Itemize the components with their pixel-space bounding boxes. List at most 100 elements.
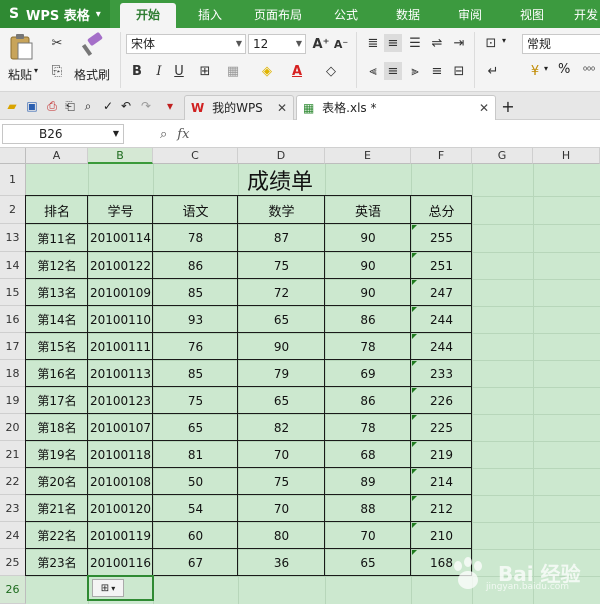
font-name-select[interactable]: 宋体 ▼ (126, 34, 246, 54)
table-cell[interactable]: 54 (153, 495, 238, 522)
table-cell[interactable]: 65 (238, 387, 325, 414)
insert-function-button[interactable]: fx (177, 127, 189, 142)
select-all-corner[interactable] (0, 148, 26, 164)
chevron-down-icon[interactable]: ▾ (502, 36, 506, 45)
table-cell[interactable]: 78 (325, 414, 411, 441)
table-cell[interactable]: 20100116 (88, 549, 153, 576)
table-cell[interactable]: 68 (325, 441, 411, 468)
table-cell[interactable]: 36 (238, 549, 325, 576)
table-cell[interactable]: 20100110 (88, 306, 153, 333)
table-cell[interactable]: 65 (325, 549, 411, 576)
table-cell[interactable]: 244 (411, 306, 472, 333)
table-cell[interactable]: 72 (238, 279, 325, 306)
table-cell[interactable]: 247 (411, 279, 472, 306)
table-cell[interactable]: 第14名 (26, 306, 88, 333)
chevron-down-icon[interactable]: ▾ (544, 64, 548, 73)
row-header-26[interactable]: 26 (0, 576, 26, 604)
row-header-19[interactable]: 19 (0, 387, 26, 414)
align-right-icon[interactable]: ⫸ (406, 62, 424, 80)
wrap-text-icon[interactable]: ⇌ (428, 34, 446, 52)
table-cell[interactable]: 50 (153, 468, 238, 495)
row-header-21[interactable]: 21 (0, 441, 26, 468)
row-header-20[interactable]: 20 (0, 414, 26, 441)
table-cell[interactable]: 255 (411, 224, 472, 252)
table-cell[interactable]: 第20名 (26, 468, 88, 495)
increase-font-icon[interactable]: A⁺ (312, 35, 330, 53)
table-cell[interactable]: 78 (153, 224, 238, 252)
header-cell[interactable]: 数学 (238, 196, 325, 224)
table-cell[interactable]: 第19名 (26, 441, 88, 468)
row-header-13[interactable]: 13 (0, 224, 26, 252)
header-cell[interactable]: 排名 (26, 196, 88, 224)
tab-review[interactable]: 审阅 (446, 0, 494, 28)
column-header-e[interactable]: E (325, 148, 411, 164)
table-cell[interactable]: 85 (153, 360, 238, 387)
row-header-23[interactable]: 23 (0, 495, 26, 522)
table-cell[interactable]: 20100114 (88, 224, 153, 252)
table-cell[interactable]: 70 (238, 441, 325, 468)
tab-formulas[interactable]: 公式 (322, 0, 370, 28)
row-header-22[interactable]: 22 (0, 468, 26, 495)
row-header-24[interactable]: 24 (0, 522, 26, 549)
print-preview-icon[interactable]: ⌕ (80, 98, 96, 114)
row-header-2[interactable]: 2 (0, 196, 26, 224)
tab-developer[interactable]: 开发 (566, 0, 600, 28)
align-bottom-icon[interactable]: ☰ (406, 34, 424, 52)
number-format-select[interactable]: 常规 (522, 34, 600, 54)
spellcheck-icon[interactable]: ✓ (100, 98, 116, 114)
table-cell[interactable]: 214 (411, 468, 472, 495)
table-cell[interactable]: 75 (153, 387, 238, 414)
align-center-icon[interactable]: ≡ (384, 62, 402, 80)
align-middle-icon[interactable]: ≡ (384, 34, 402, 52)
row-header-15[interactable]: 15 (0, 279, 26, 306)
table-cell[interactable]: 82 (238, 414, 325, 441)
redo-icon[interactable]: ↷ (138, 98, 154, 114)
paste-chevron-icon[interactable]: ▾ (34, 66, 38, 75)
close-icon[interactable]: ✕ (479, 96, 489, 120)
table-cell[interactable]: 20100123 (88, 387, 153, 414)
table-cell[interactable]: 90 (325, 224, 411, 252)
table-cell[interactable]: 226 (411, 387, 472, 414)
column-header-b[interactable]: B (88, 148, 153, 164)
table-cell[interactable]: 第13名 (26, 279, 88, 306)
column-header-d[interactable]: D (238, 148, 325, 164)
tab-home[interactable]: 开始 (120, 3, 176, 28)
borders-icon[interactable]: ⊞ (196, 62, 214, 80)
sheet-title[interactable]: 成绩单 (88, 164, 472, 196)
table-cell[interactable]: 80 (238, 522, 325, 549)
table-cell[interactable]: 20100109 (88, 279, 153, 306)
table-cell[interactable]: 第16名 (26, 360, 88, 387)
formula-input[interactable] (222, 124, 598, 144)
column-header-f[interactable]: F (411, 148, 472, 164)
open-folder-icon[interactable]: ▰ (4, 98, 20, 114)
table-cell[interactable]: 86 (153, 252, 238, 279)
align-left-icon[interactable]: ⫷ (364, 62, 382, 80)
row-header-1[interactable]: 1 (0, 164, 26, 196)
cut-icon[interactable]: ✂ (48, 34, 66, 52)
column-header-c[interactable]: C (153, 148, 238, 164)
table-cell[interactable]: 244 (411, 333, 472, 360)
row-header-17[interactable]: 17 (0, 333, 26, 360)
paste-button[interactable]: 粘贴 ▾ (8, 32, 42, 90)
print-icon[interactable]: ⎗ (62, 98, 78, 114)
merge-center-icon[interactable]: ⊡ (482, 34, 500, 52)
thousands-icon[interactable]: ⁰⁰⁰ (580, 62, 598, 80)
percent-button[interactable]: % (558, 62, 570, 77)
customize-icon[interactable]: ▾ (162, 98, 178, 114)
undo-icon[interactable]: ↶ (118, 98, 134, 114)
format-painter-button[interactable]: 格式刷 (74, 32, 116, 90)
row-header-25[interactable]: 25 (0, 549, 26, 576)
row-header-16[interactable]: 16 (0, 306, 26, 333)
table-cell[interactable]: 88 (325, 495, 411, 522)
table-cell[interactable]: 20100107 (88, 414, 153, 441)
table-cell[interactable]: 20100111 (88, 333, 153, 360)
font-color-icon[interactable]: A (288, 62, 306, 80)
currency-icon[interactable]: ¥ (526, 62, 544, 80)
table-cell[interactable]: 20100108 (88, 468, 153, 495)
copy-icon[interactable]: ⎘ (48, 62, 66, 80)
table-cell[interactable]: 75 (238, 468, 325, 495)
table-cell[interactable]: 第15名 (26, 333, 88, 360)
spreadsheet-grid[interactable]: ABCDEFGH 1 2 13 14 15 16 17 18 19 20 21 22 23 24 25 26 … (0, 148, 600, 604)
table-cell[interactable]: 20100122 (88, 252, 153, 279)
column-header-a[interactable]: A (26, 148, 88, 164)
